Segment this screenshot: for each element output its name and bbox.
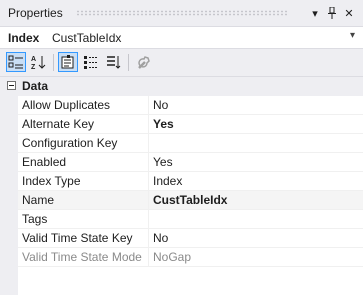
properties-toolbar: A Z bbox=[0, 49, 363, 77]
property-name: Valid Time State Mode bbox=[22, 250, 142, 264]
property-row-configuration-key[interactable]: Configuration Key bbox=[0, 134, 363, 153]
properties-button[interactable] bbox=[58, 52, 78, 72]
property-value[interactable]: CustTableIdx bbox=[153, 193, 227, 207]
row-gutter bbox=[0, 191, 18, 210]
alphabetical-button[interactable]: A Z bbox=[29, 52, 49, 72]
property-value[interactable]: Yes bbox=[153, 155, 173, 169]
svg-text:A: A bbox=[31, 56, 36, 63]
events-button[interactable] bbox=[81, 52, 101, 72]
row-gutter bbox=[0, 115, 18, 134]
svg-text:Z: Z bbox=[31, 64, 36, 70]
row-gutter bbox=[0, 96, 18, 115]
sort-icon bbox=[107, 56, 121, 69]
row-gutter bbox=[0, 248, 18, 267]
column-divider bbox=[148, 96, 149, 115]
properties-title-bar: Properties ▾ ✕ bbox=[0, 0, 363, 27]
categorized-icon bbox=[8, 55, 23, 69]
toolbar-separator bbox=[53, 54, 54, 71]
events-icon bbox=[84, 56, 98, 69]
row-gutter bbox=[0, 229, 18, 248]
object-selector[interactable]: Index CustTableIdx ▾ bbox=[0, 27, 363, 49]
property-name: Enabled bbox=[22, 155, 67, 169]
sort-button[interactable] bbox=[104, 52, 124, 72]
property-name: Index Type bbox=[22, 174, 81, 188]
row-gutter bbox=[0, 134, 18, 153]
column-divider bbox=[148, 115, 149, 134]
row-gutter bbox=[0, 172, 18, 191]
property-value[interactable]: No bbox=[153, 98, 168, 112]
property-name: Valid Time State Key bbox=[22, 231, 133, 245]
column-divider bbox=[148, 210, 149, 229]
property-pages-button[interactable] bbox=[134, 52, 154, 72]
wrench-icon bbox=[138, 56, 150, 69]
column-divider bbox=[148, 134, 149, 153]
window-position-dropdown-icon[interactable]: ▾ bbox=[307, 5, 323, 21]
column-divider bbox=[148, 248, 149, 267]
property-name: Alternate Key bbox=[22, 117, 95, 131]
row-gutter bbox=[0, 153, 18, 172]
property-row-tags[interactable]: Tags bbox=[0, 210, 363, 229]
collapse-icon[interactable] bbox=[7, 81, 16, 90]
chevron-down-icon[interactable]: ▾ bbox=[350, 30, 355, 41]
grid-gutter-fill bbox=[0, 267, 18, 295]
row-gutter bbox=[0, 210, 18, 229]
property-row-valid-time-state-key[interactable]: Valid Time State Key No bbox=[0, 229, 363, 248]
property-value: NoGap bbox=[153, 250, 192, 264]
panel-title: Properties bbox=[8, 6, 63, 20]
property-name: Name bbox=[22, 193, 55, 207]
properties-icon bbox=[61, 55, 74, 69]
object-kind: Index bbox=[8, 31, 40, 45]
column-divider bbox=[148, 191, 149, 210]
property-row-valid-time-state-mode[interactable]: Valid Time State Mode NoGap bbox=[0, 248, 363, 267]
property-name: Tags bbox=[22, 212, 48, 226]
property-row-name[interactable]: Name CustTableIdx bbox=[0, 191, 363, 210]
property-row-alternate-key[interactable]: Alternate Key Yes bbox=[0, 115, 363, 134]
column-divider bbox=[148, 153, 149, 172]
toolbar-separator bbox=[128, 54, 129, 71]
property-row-index-type[interactable]: Index Type Index bbox=[0, 172, 363, 191]
close-icon[interactable]: ✕ bbox=[341, 5, 357, 21]
column-divider bbox=[148, 172, 149, 191]
property-row-allow-duplicates[interactable]: Allow Duplicates No bbox=[0, 96, 363, 115]
property-grid: Data Allow Duplicates No Alternate Key Y… bbox=[0, 77, 363, 267]
column-divider bbox=[148, 229, 149, 248]
property-value[interactable]: No bbox=[153, 231, 168, 245]
categorized-button[interactable] bbox=[6, 52, 26, 72]
property-name: Allow Duplicates bbox=[22, 98, 111, 112]
category-label: Data bbox=[22, 79, 49, 93]
property-row-enabled[interactable]: Enabled Yes bbox=[0, 153, 363, 172]
category-data[interactable]: Data bbox=[0, 77, 363, 96]
property-value[interactable]: Yes bbox=[153, 117, 174, 131]
property-value[interactable]: Index bbox=[153, 174, 182, 188]
alphabetical-icon: A Z bbox=[31, 56, 46, 70]
property-name: Configuration Key bbox=[22, 136, 118, 150]
object-name: CustTableIdx bbox=[52, 31, 122, 45]
pin-icon[interactable] bbox=[324, 5, 340, 21]
title-grip bbox=[76, 10, 287, 16]
